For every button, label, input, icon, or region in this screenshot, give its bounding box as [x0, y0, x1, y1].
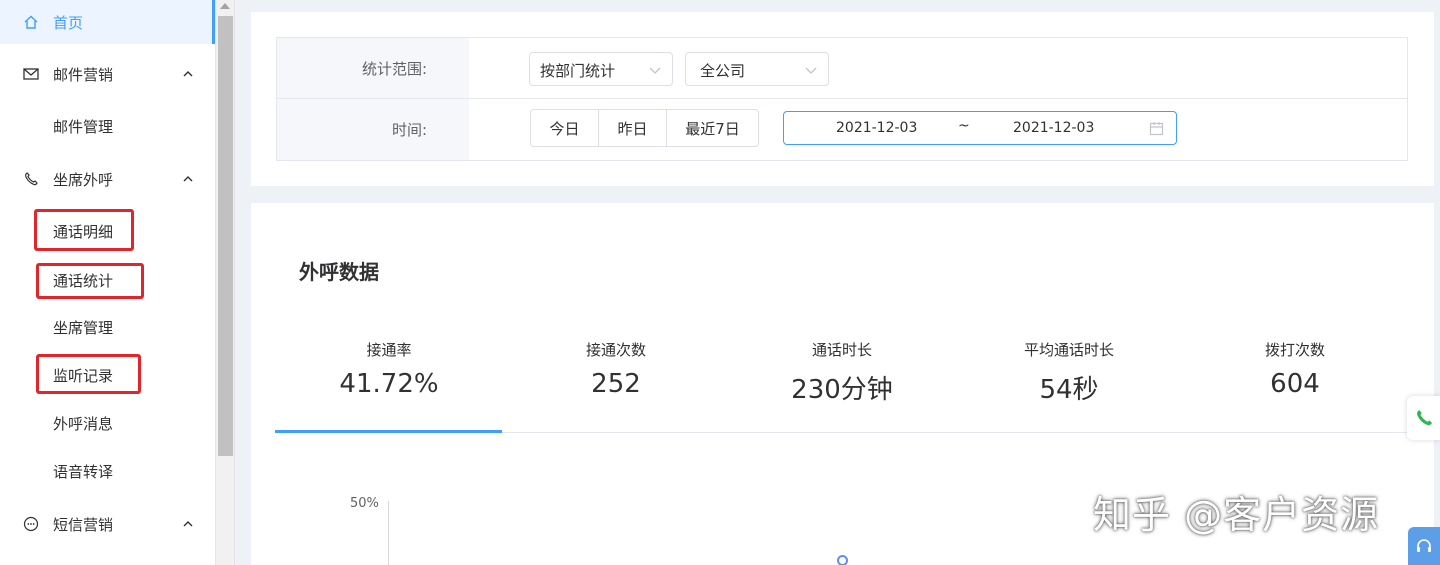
date-range-picker[interactable]: 2021-12-03 ~ 2021-12-03	[783, 111, 1177, 145]
active-tab-indicator	[275, 430, 502, 433]
stat-label: 接通率	[366, 341, 412, 359]
menu-label-home: 首页	[53, 13, 84, 32]
filter-card: 统计范围: 按部门统计 全公司 时间: 今日 昨日 最近7日 2021-12-0…	[251, 12, 1434, 186]
highlight-box	[36, 263, 144, 299]
section-title: 外呼数据	[299, 260, 379, 284]
chart-y-axis-label: 50%	[350, 496, 379, 511]
scrollbar-thumb[interactable]	[218, 16, 233, 456]
filter-table: 统计范围: 按部门统计 全公司 时间: 今日 昨日 最近7日 2021-12-0…	[276, 37, 1408, 161]
phone-icon	[1416, 410, 1432, 426]
chat-icon	[22, 515, 40, 533]
scope-select[interactable]: 按部门统计	[529, 52, 673, 86]
submenu-item-seat-management[interactable]: 坐席管理	[0, 307, 214, 347]
today-button[interactable]: 今日	[530, 109, 599, 147]
scope-select-value: 按部门统计	[540, 62, 616, 80]
menu-item-home[interactable]: 首页	[0, 0, 215, 44]
chevron-up-icon	[183, 521, 193, 527]
sidebar: 首页 邮件营销 邮件管理 坐席外呼 通话明细 通话统计 坐席管理 监听记录 外呼…	[0, 0, 216, 565]
stat-value: 41.72%	[339, 369, 439, 399]
yesterday-button[interactable]: 昨日	[598, 109, 667, 147]
stat-label: 平均通话时长	[1023, 341, 1114, 359]
submenu-label: 邮件管理	[53, 118, 114, 136]
mail-icon	[22, 65, 40, 83]
submenu-item-outbound-messages[interactable]: 外呼消息	[0, 403, 214, 443]
company-select[interactable]: 全公司	[685, 52, 829, 86]
stat-tab-avg-duration[interactable]: 平均通话时长 54秒	[955, 339, 1183, 406]
stat-label: 通话时长	[811, 341, 872, 359]
highlight-box	[34, 209, 134, 251]
menu-label-email-marketing: 邮件营销	[53, 65, 114, 84]
stat-label: 拨打次数	[1264, 341, 1325, 359]
stat-tab-dial-count[interactable]: 拨打次数 604	[1181, 339, 1409, 399]
end-date-input[interactable]: 2021-12-03	[1013, 120, 1094, 136]
chevron-down-icon	[649, 67, 661, 74]
stat-tab-call-duration[interactable]: 通话时长 230分钟	[728, 339, 956, 406]
stat-value: 604	[1270, 369, 1320, 399]
stat-tab-connect-count[interactable]: 接通次数 252	[502, 339, 730, 399]
chevron-down-icon	[805, 67, 817, 74]
time-label: 时间:	[391, 121, 427, 139]
stat-value: 54秒	[1039, 375, 1099, 405]
quick-date-buttons: 今日 昨日 最近7日	[530, 109, 759, 147]
watermark-text: 知乎 @客户资源	[1093, 493, 1380, 537]
date-separator: ~	[958, 118, 970, 134]
floating-call-button[interactable]	[1407, 396, 1440, 440]
menu-item-email-marketing[interactable]: 邮件营销	[0, 52, 214, 96]
start-date-input[interactable]: 2021-12-03	[836, 120, 917, 136]
sidebar-scrollbar[interactable]	[216, 0, 235, 565]
chart-data-point[interactable]	[837, 555, 848, 565]
submenu-item-voice-transcription[interactable]: 语音转译	[0, 451, 214, 491]
scope-row: 统计范围: 按部门统计 全公司	[277, 38, 1407, 99]
chart-y-axis	[388, 501, 389, 565]
menu-label-seat-outbound: 坐席外呼	[53, 170, 114, 189]
submenu-item-email-management[interactable]: 邮件管理	[0, 106, 214, 146]
chevron-up-icon	[183, 176, 193, 182]
menu-item-seat-outbound[interactable]: 坐席外呼	[0, 157, 214, 201]
calendar-icon	[1149, 122, 1164, 136]
menu-label-sms-marketing: 短信营销	[53, 515, 114, 534]
stat-value: 230分钟	[791, 375, 893, 405]
time-label-cell: 时间:	[277, 99, 469, 160]
menu-item-sms-marketing[interactable]: 短信营销	[0, 502, 214, 546]
last-7-days-button[interactable]: 最近7日	[666, 109, 759, 147]
scope-label: 统计范围:	[361, 60, 427, 78]
scope-label-cell: 统计范围:	[277, 38, 469, 98]
chevron-up-icon	[183, 71, 193, 77]
submenu-label: 语音转译	[53, 463, 114, 481]
phone-icon	[22, 170, 40, 188]
submenu-label: 外呼消息	[53, 415, 114, 433]
floating-service-button[interactable]	[1408, 527, 1440, 565]
stat-value: 252	[591, 369, 641, 399]
company-select-value: 全公司	[700, 62, 746, 80]
stat-label: 接通次数	[585, 341, 646, 359]
time-row: 时间: 今日 昨日 最近7日 2021-12-03 ~ 2021-12-03	[277, 99, 1407, 160]
scroll-up-arrow-icon[interactable]	[220, 3, 230, 9]
highlight-box	[36, 354, 141, 394]
stat-tab-connect-rate[interactable]: 接通率 41.72%	[275, 339, 503, 399]
submenu-label: 坐席管理	[53, 319, 114, 337]
home-icon	[22, 13, 40, 31]
headset-icon	[1417, 539, 1431, 552]
